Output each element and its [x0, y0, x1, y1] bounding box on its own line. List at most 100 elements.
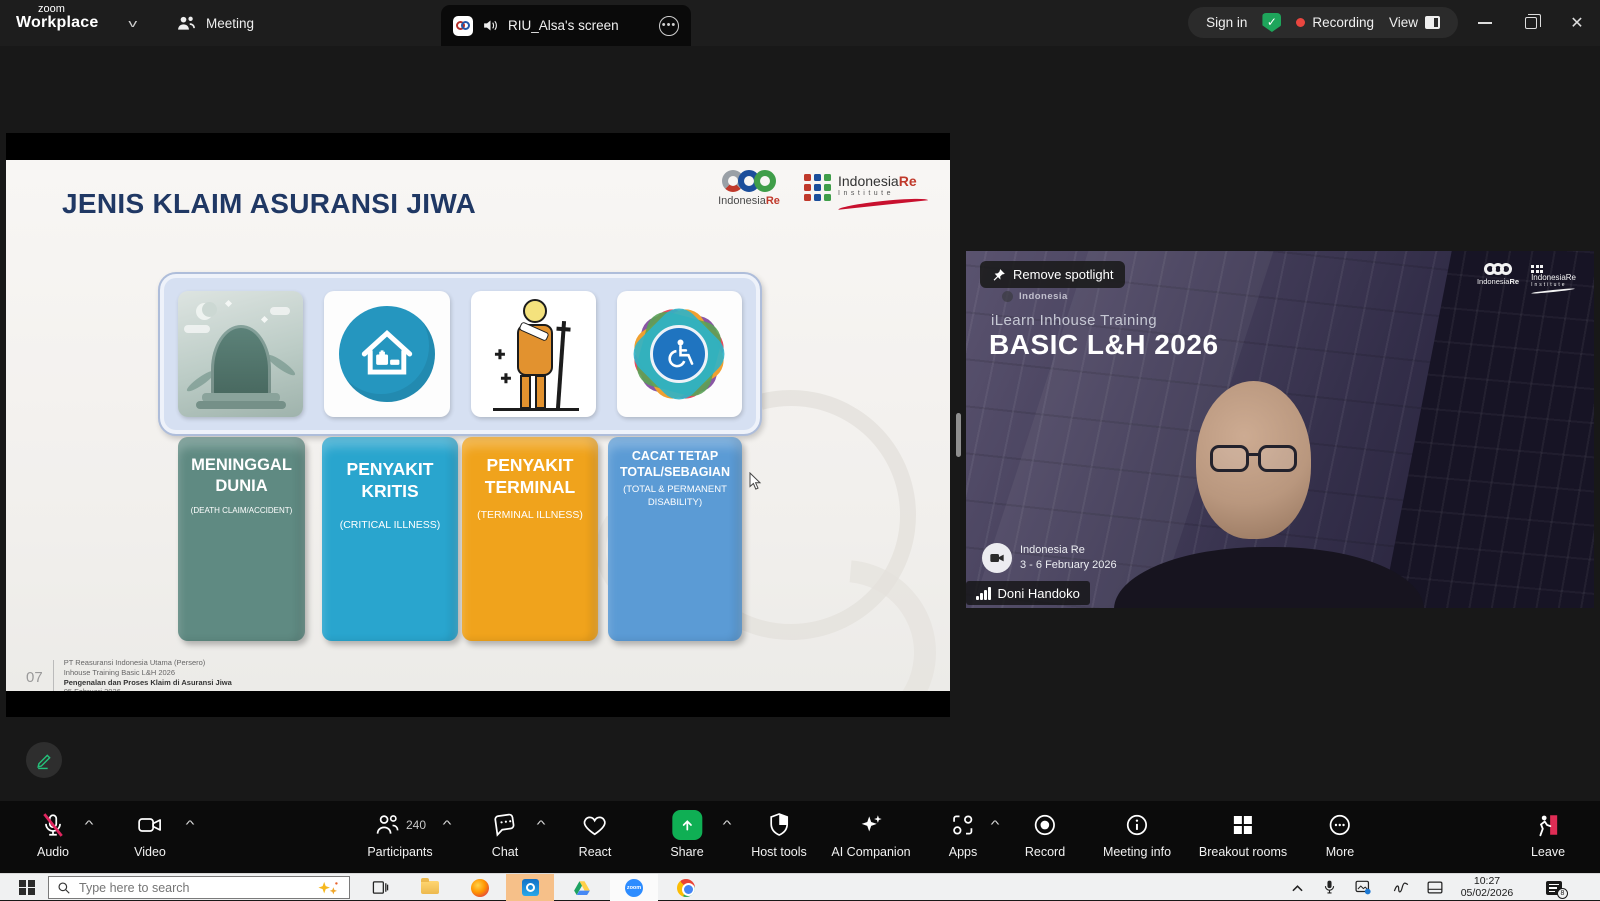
slide-title: JENIS KLAIM ASURANSI JIWA [62, 188, 476, 220]
zoom-app-button[interactable]: zoom [610, 874, 658, 901]
ellipsis-icon [1327, 810, 1353, 840]
security-shield-icon[interactable]: ✓ [1262, 13, 1281, 32]
pin-icon [992, 268, 1006, 282]
chat-options-chevron[interactable]: ^ [538, 819, 543, 831]
tray-display-icon [1427, 881, 1443, 894]
tab-meeting[interactable]: Meeting [176, 0, 254, 46]
video-button[interactable]: Video [134, 810, 166, 859]
participant-name: Doni Handoko [998, 586, 1080, 601]
meeting-status-bar: Sign in ✓ Recording View [1188, 7, 1458, 38]
tray-mic-icon [1324, 880, 1335, 895]
meeting-info-button[interactable]: Meeting info [1103, 810, 1171, 859]
clock-date: 05/02/2026 [1448, 887, 1526, 899]
restore-icon [1525, 17, 1537, 29]
pencil-icon [35, 751, 54, 770]
recording-dot-icon [1296, 18, 1305, 27]
training-series-label: iLearn Inhouse Training [991, 312, 1157, 329]
search-input[interactable] [79, 881, 307, 895]
taskbar-search[interactable] [48, 876, 350, 899]
tab-options-icon[interactable]: ••• [659, 16, 679, 36]
clock-time: 10:27 [1448, 875, 1526, 887]
tab-meeting-label: Meeting [206, 16, 254, 31]
taskbar-clock[interactable]: 10:27 05/02/2026 [1448, 875, 1526, 899]
react-button[interactable]: React [579, 810, 612, 859]
more-button[interactable]: More [1326, 810, 1354, 859]
close-button[interactable]: ✕ [1554, 0, 1600, 46]
info-icon [1124, 810, 1150, 840]
notification-center-button[interactable]: 8 [1532, 874, 1576, 901]
video-options-chevron[interactable]: ^ [187, 819, 192, 831]
video-org-label: Indonesia Re [1020, 544, 1085, 556]
remove-spotlight-label: Remove spotlight [1013, 267, 1113, 282]
tray-chevron-button[interactable] [1282, 874, 1312, 901]
minimize-button[interactable] [1462, 0, 1508, 46]
firefox-icon [471, 879, 489, 897]
chrome-button[interactable] [662, 874, 710, 901]
video-dates-label: 3 - 6 February 2026 [1020, 559, 1117, 571]
file-explorer-button[interactable] [406, 874, 454, 901]
claim-card-disability: CACAT TETAP TOTAL/SEBAGIAN (TOTAL & PERM… [608, 437, 742, 641]
chevron-down-icon[interactable]: v [128, 18, 137, 30]
sign-in-button[interactable]: Sign in [1206, 15, 1247, 30]
apps-options-chevron[interactable]: ^ [992, 819, 997, 831]
overlay-org-row: Indonesia [1002, 291, 1068, 302]
participants-options-chevron[interactable]: ^ [444, 819, 449, 831]
audio-options-chevron[interactable]: ^ [86, 819, 91, 831]
outlook-icon [522, 879, 539, 896]
tab-shared-screen[interactable]: RIU_Alsa's screen ••• [441, 5, 691, 46]
breakout-rooms-button[interactable]: Breakout rooms [1199, 810, 1287, 859]
chat-button[interactable]: Chat [492, 810, 518, 859]
sparkle-icon [858, 810, 884, 840]
tray-display-button[interactable] [1420, 874, 1450, 901]
footer-line: PT Reasuransi Indonesia Utama (Persero) [64, 658, 232, 668]
meeting-toolbar: Audio ^ Video ^ 240 Participants ^ [0, 801, 1600, 873]
recording-indicator: Recording [1296, 15, 1374, 30]
wheelchair-icon [661, 336, 697, 372]
firefox-button[interactable] [456, 874, 504, 901]
slide-content: JENIS KLAIM ASURANSI JIWA IndonesiaRe In… [6, 160, 950, 691]
apps-button[interactable]: Apps [949, 810, 978, 859]
outlook-button[interactable] [506, 874, 554, 901]
footer-line: Inhouse Training Basic L&H 2026 [64, 668, 232, 678]
window-tab-bar: zoom Workplace v Meeting RIU_Alsa's scre… [0, 0, 1600, 46]
card-title: PENYAKIT TERMINAL [462, 437, 598, 499]
close-icon: ✕ [1570, 13, 1583, 33]
audio-button[interactable]: Audio [37, 810, 69, 859]
drive-button[interactable] [558, 874, 606, 901]
remove-spotlight-button[interactable]: Remove spotlight [980, 261, 1125, 288]
spotlight-video-tile[interactable]: Remove spotlight Indonesia iLearn Inhous… [966, 251, 1594, 608]
search-icon [57, 881, 71, 895]
restore-button[interactable] [1508, 0, 1554, 46]
share-options-chevron[interactable]: ^ [724, 819, 729, 831]
camera-avatar-icon [982, 543, 1012, 573]
participants-button[interactable]: 240 Participants [367, 810, 432, 859]
start-button[interactable] [8, 874, 46, 901]
leave-button[interactable]: Leave [1531, 810, 1565, 859]
view-button[interactable]: View [1389, 15, 1440, 30]
tray-mic-button[interactable] [1314, 874, 1344, 901]
swoosh-graphic [838, 196, 928, 209]
apps-icon [950, 810, 976, 840]
annotate-button[interactable] [26, 742, 62, 778]
task-view-button[interactable] [356, 874, 404, 901]
notification-icon: 8 [1546, 881, 1562, 895]
dots-logo-icon [804, 174, 831, 205]
tray-screenshot-button[interactable] [1348, 874, 1378, 901]
copilot-sparkle-icon [315, 880, 341, 896]
participants-icon [374, 813, 400, 837]
breakout-rooms-icon [1231, 810, 1255, 840]
card-title: MENINGGAL DUNIA [178, 437, 305, 496]
windows-logo-icon [19, 880, 35, 896]
record-button[interactable]: Record [1025, 810, 1065, 859]
host-tools-button[interactable]: Host tools [751, 810, 807, 859]
view-layout-icon [1425, 16, 1440, 29]
panel-resize-handle[interactable] [956, 413, 961, 457]
ai-companion-button[interactable]: AI Companion [831, 810, 910, 859]
avatar [1002, 291, 1013, 302]
share-button[interactable]: Share [670, 810, 703, 859]
folder-icon [421, 881, 439, 894]
footer-line: Pengenalan dan Proses Klaim di Asuransi … [64, 678, 232, 688]
heart-icon [582, 810, 608, 840]
chat-icon [492, 810, 518, 840]
tray-ink-button[interactable] [1386, 874, 1416, 901]
